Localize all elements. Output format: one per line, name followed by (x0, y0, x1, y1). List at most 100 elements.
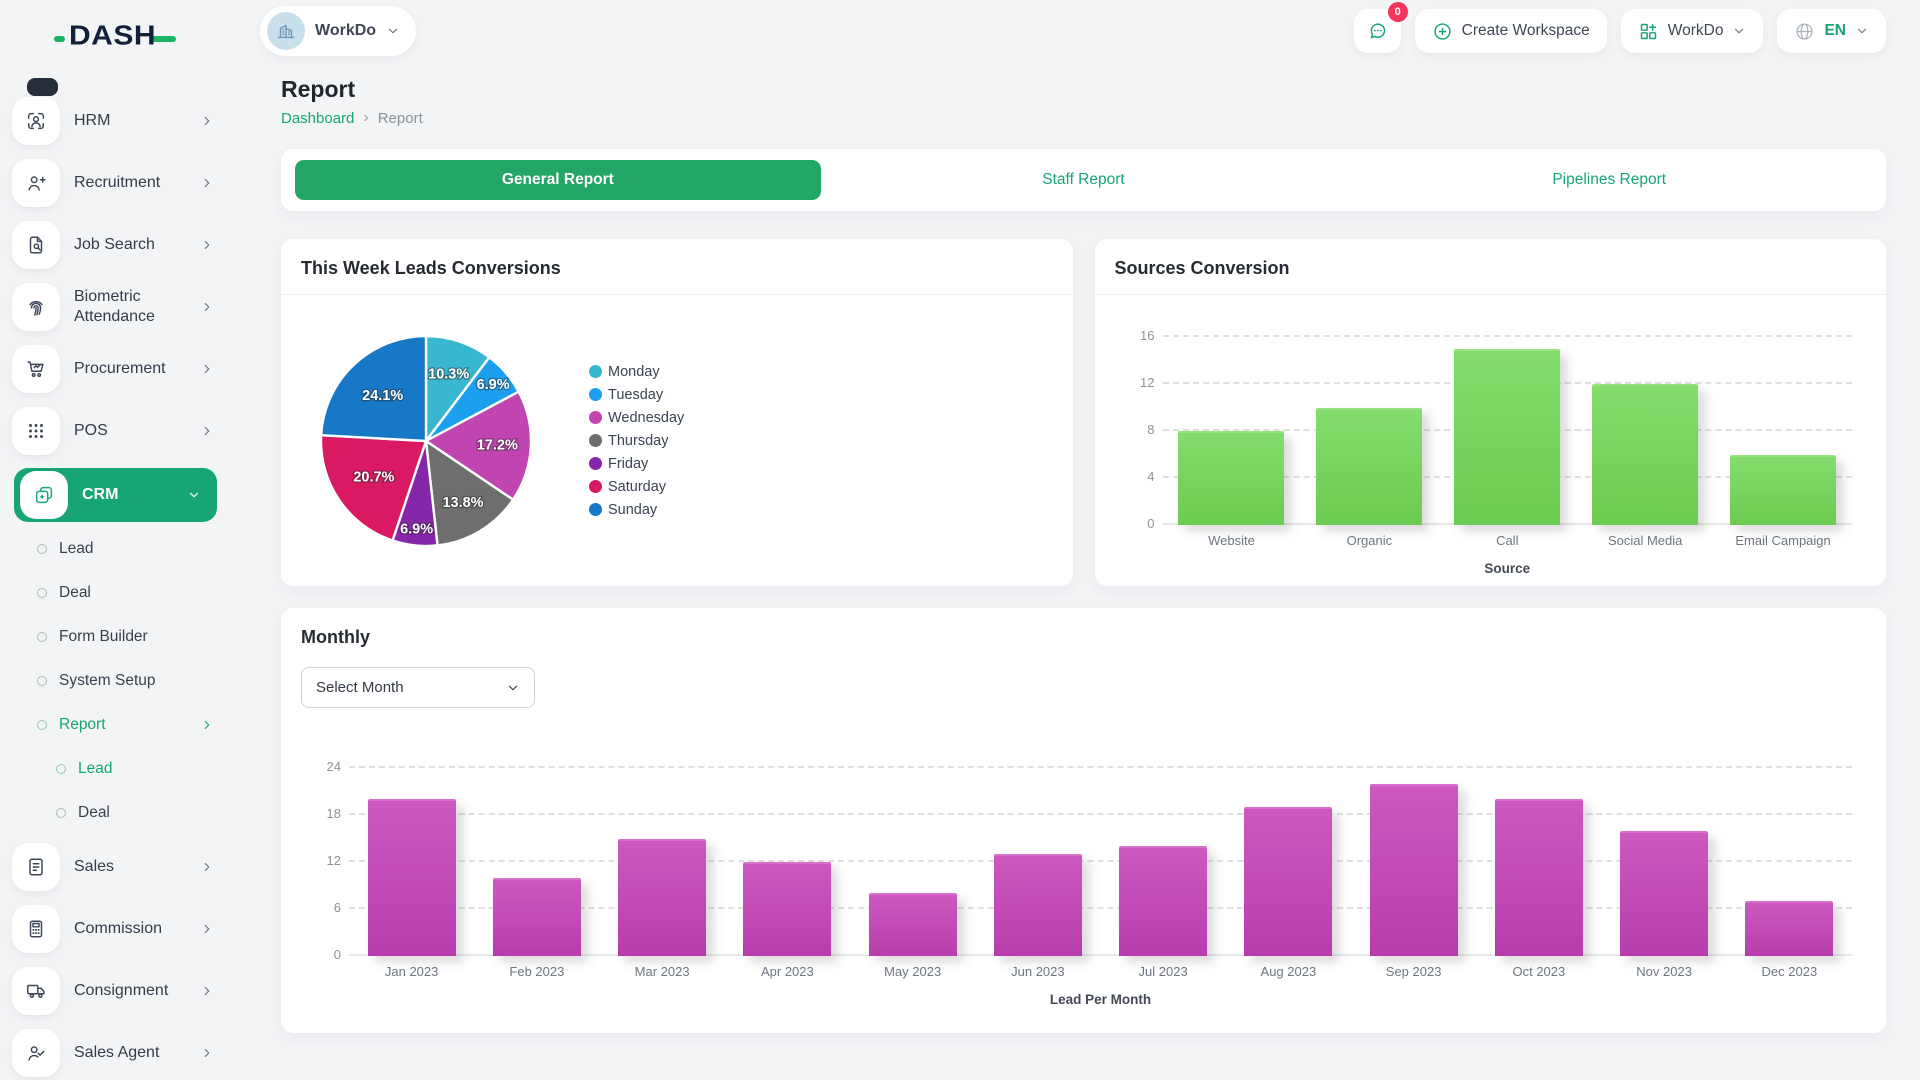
app-logo[interactable]: DASH (0, 10, 230, 62)
legend-label: Monday (608, 364, 660, 380)
chevron-right-icon (200, 984, 214, 998)
chevron-right-icon (200, 238, 214, 252)
monthly-card: Monthly Select Month 06121824Jan 2023Feb… (281, 608, 1886, 1033)
tab-staff-report[interactable]: Staff Report (821, 160, 1347, 200)
chevron-right-icon (200, 300, 214, 314)
bar-sep-2023 (1370, 784, 1458, 956)
weekly-leads-title: This Week Leads Conversions (281, 239, 1073, 295)
sidebar-item-biometric-attendance[interactable]: Biometric Attendance (0, 282, 230, 332)
x-label-oct-2023: Oct 2023 (1476, 964, 1601, 979)
page-title: Report (281, 76, 1886, 103)
bar-oct-2023 (1495, 799, 1583, 956)
weekly-leads-body: 10.3%6.9%17.2%13.8%6.9%20.7%24.1%MondayT… (281, 295, 1073, 586)
y-tick-24: 24 (309, 759, 341, 774)
sidebar-item-label: Procurement (74, 359, 166, 379)
x-axis-labels: WebsiteOrganicCallSocial MediaEmail Camp… (1163, 533, 1853, 548)
y-tick-4: 4 (1123, 469, 1155, 484)
sidebar-subitem-lead[interactable]: Lead (0, 754, 230, 784)
workspace-avatar (267, 12, 305, 50)
legend-label: Sunday (608, 502, 657, 518)
sources-conversion-title: Sources Conversion (1095, 239, 1887, 295)
workspace-switcher-label: WorkDo (1668, 22, 1724, 40)
x-axis-labels: Jan 2023Feb 2023Mar 2023Apr 2023May 2023… (349, 964, 1852, 979)
sidebar-subitem-label: Lead (78, 759, 112, 778)
hrm-icon (12, 97, 60, 145)
sidebar-item-partial-icon[interactable] (27, 78, 58, 96)
pie-label: 24.1% (362, 388, 403, 404)
legend-item-friday: Friday (589, 456, 684, 472)
sidebar-item-pos[interactable]: POS (0, 406, 230, 456)
sidebar-subitem-label: Lead (59, 539, 93, 558)
bullet-icon (37, 588, 47, 598)
x-label-website: Website (1163, 533, 1301, 548)
topbar-actions: 0 Create Workspace WorkDo (1354, 9, 1886, 53)
x-label-feb-2023: Feb 2023 (474, 964, 599, 979)
pie-label: 17.2% (477, 437, 518, 453)
sidebar-item-procurement[interactable]: Procurement (0, 344, 230, 394)
bar-slot (1602, 756, 1727, 956)
sidebar-item-crm[interactable]: CRM (14, 468, 217, 522)
bullet-icon (56, 764, 66, 774)
sources-conversion-body: 0481216WebsiteOrganicCallSocial MediaEma… (1095, 295, 1887, 586)
bar-may-2023 (869, 893, 957, 956)
bar-slot (474, 756, 599, 956)
workspace-switcher[interactable]: WorkDo (1621, 9, 1764, 53)
globe-icon (1794, 21, 1815, 42)
bar-slot (1714, 325, 1852, 525)
sidebar-item-sales[interactable]: Sales (0, 842, 230, 892)
messages-button[interactable]: 0 (1354, 9, 1401, 53)
bullet-icon (37, 632, 47, 642)
bullet-icon (37, 544, 47, 554)
bar-slot (349, 756, 474, 956)
sidebar-subitem-form-builder[interactable]: Form Builder (0, 622, 230, 652)
sidebar-item-sales-agent[interactable]: Sales Agent (0, 1028, 230, 1078)
sidebar-item-label: Sales Agent (74, 1043, 159, 1063)
create-workspace-button[interactable]: Create Workspace (1415, 9, 1607, 53)
chevron-right-icon (200, 424, 214, 438)
sidebar-subitem-deal[interactable]: Deal (0, 578, 230, 608)
legend-dot-icon (589, 503, 602, 516)
bar-website (1178, 431, 1284, 525)
sources-conversion-bar-chart: 0481216WebsiteOrganicCallSocial MediaEma… (1095, 325, 1887, 576)
legend-label: Tuesday (608, 387, 663, 403)
chevron-right-icon (200, 362, 214, 376)
sidebar-item-recruitment[interactable]: Recruitment (0, 158, 230, 208)
tab-pipelines-report[interactable]: Pipelines Report (1346, 160, 1872, 200)
legend-dot-icon (589, 388, 602, 401)
plus-circle-icon (1432, 21, 1453, 42)
language-selector[interactable]: EN (1777, 9, 1886, 53)
sidebar-subitem-lead[interactable]: Lead (0, 534, 230, 564)
bar-slot (725, 756, 850, 956)
chevron-right-icon (200, 922, 214, 936)
sidebar-subitem-report[interactable]: Report (0, 710, 230, 740)
workspace-selector[interactable]: WorkDo (260, 6, 416, 56)
logo-accent-dash (54, 36, 65, 42)
x-label-may-2023: May 2023 (850, 964, 975, 979)
x-axis-title: Source (1163, 561, 1853, 576)
month-select[interactable]: Select Month (301, 667, 535, 708)
sidebar-item-job-search[interactable]: Job Search (0, 220, 230, 270)
chevron-down-icon (1732, 24, 1746, 38)
y-tick-0: 0 (309, 947, 341, 962)
bar-slot (1226, 756, 1351, 956)
sidebar-subitem-system-setup[interactable]: System Setup (0, 666, 230, 696)
tab-general-report[interactable]: General Report (295, 160, 821, 200)
pie-label: 6.9% (400, 521, 433, 537)
monthly-bar-chart: 06121824Jan 2023Feb 2023Mar 2023Apr 2023… (281, 756, 1886, 1007)
bar-social-media (1592, 384, 1698, 525)
legend-dot-icon (589, 480, 602, 493)
x-label-jun-2023: Jun 2023 (975, 964, 1100, 979)
sidebar-item-consignment[interactable]: Consignment (0, 966, 230, 1016)
legend-dot-icon (589, 411, 602, 424)
sidebar-item-commission[interactable]: Commission (0, 904, 230, 954)
breadcrumb-dashboard-link[interactable]: Dashboard (281, 110, 354, 127)
sidebar-subitem-label: Report (59, 715, 106, 734)
x-label-sep-2023: Sep 2023 (1351, 964, 1476, 979)
pie-label: 10.3% (428, 366, 469, 382)
building-icon (275, 20, 297, 42)
sidebar-item-hrm[interactable]: HRM (0, 96, 230, 146)
sidebar-subitem-label: Deal (59, 583, 91, 602)
sidebar-subitem-label: System Setup (59, 671, 156, 690)
sidebar-subitem-deal[interactable]: Deal (0, 798, 230, 828)
x-label-nov-2023: Nov 2023 (1602, 964, 1727, 979)
